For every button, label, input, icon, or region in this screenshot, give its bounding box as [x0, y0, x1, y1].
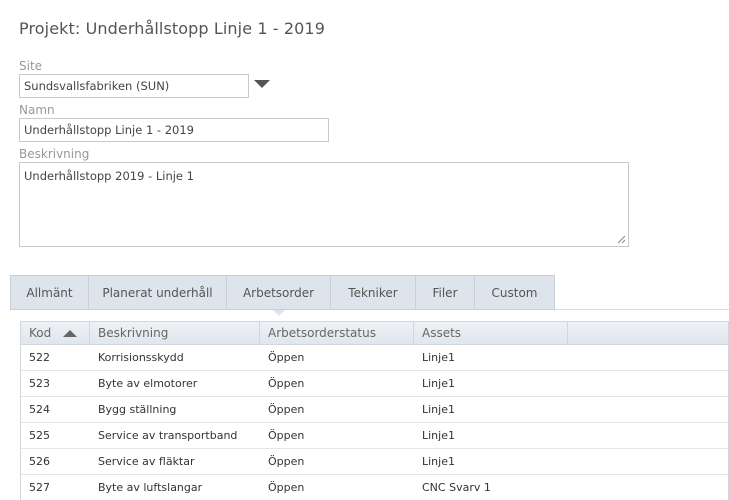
tabs-divider	[555, 309, 729, 310]
site-label: Site	[19, 59, 43, 73]
cell-beskrivning: Byte av elmotorer	[98, 377, 198, 390]
table-row[interactable]: 525 Service av transportband Öppen Linje…	[21, 423, 728, 449]
tab-planerat-underhall[interactable]: Planerat underhåll	[88, 275, 226, 310]
column-header-beskrivning[interactable]: Beskrivning	[90, 322, 260, 344]
column-header-empty	[568, 322, 728, 344]
cell-beskrivning: Byte av luftslangar	[98, 481, 203, 494]
description-label: Beskrivning	[19, 147, 90, 161]
table-row[interactable]: 524 Bygg ställning Öppen Linje1	[21, 397, 728, 423]
table-row[interactable]: 526 Service av fläktar Öppen Linje1	[21, 449, 728, 475]
resize-grip-icon[interactable]	[617, 235, 626, 244]
page-title: Projekt: Underhållstopp Linje 1 - 2019	[19, 19, 325, 38]
chevron-down-icon[interactable]	[254, 80, 270, 88]
cell-beskrivning: Bygg ställning	[98, 403, 177, 416]
cell-beskrivning: Service av transportband	[98, 429, 238, 442]
tab-tekniker[interactable]: Tekniker	[330, 275, 415, 310]
cell-kod: 527	[29, 481, 50, 494]
column-header-arbetsorderstatus[interactable]: Arbetsorderstatus	[260, 322, 414, 344]
table-row[interactable]: 522 Korrisionsskydd Öppen Linje1	[21, 345, 728, 371]
name-field[interactable]: Underhållstopp Linje 1 - 2019	[19, 118, 329, 142]
cell-assets: Linje1	[422, 429, 455, 442]
cell-kod: 523	[29, 377, 50, 390]
tab-custom[interactable]: Custom	[474, 275, 555, 310]
name-label: Namn	[19, 103, 55, 117]
work-order-table: Kod Beskrivning Arbetsorderstatus Assets…	[20, 321, 729, 500]
site-select[interactable]: Sundsvallsfabriken (SUN)	[19, 74, 249, 98]
cell-status: Öppen	[268, 403, 305, 416]
cell-assets: Linje1	[422, 403, 455, 416]
tab-filer[interactable]: Filer	[415, 275, 474, 310]
cell-kod: 524	[29, 403, 50, 416]
cell-assets: Linje1	[422, 455, 455, 468]
cell-assets: CNC Svarv 1	[422, 481, 491, 494]
tab-allmant[interactable]: Allmänt	[10, 275, 88, 310]
cell-status: Öppen	[268, 377, 305, 390]
description-field[interactable]: Underhållstopp 2019 - Linje 1	[19, 162, 629, 247]
cell-status: Öppen	[268, 481, 305, 494]
cell-beskrivning: Service av fläktar	[98, 455, 195, 468]
cell-beskrivning: Korrisionsskydd	[98, 351, 184, 364]
cell-kod: 525	[29, 429, 50, 442]
table-header: Kod Beskrivning Arbetsorderstatus Assets	[21, 322, 728, 345]
cell-assets: Linje1	[422, 351, 455, 364]
table-row[interactable]: 523 Byte av elmotorer Öppen Linje1	[21, 371, 728, 397]
cell-kod: 526	[29, 455, 50, 468]
column-header-assets[interactable]: Assets	[414, 322, 568, 344]
cell-status: Öppen	[268, 351, 305, 364]
tab-arbetsorder[interactable]: Arbetsorder	[226, 275, 330, 316]
table-row[interactable]: 527 Byte av luftslangar Öppen CNC Svarv …	[21, 475, 728, 500]
column-header-kod[interactable]: Kod	[21, 322, 90, 344]
cell-status: Öppen	[268, 429, 305, 442]
cell-assets: Linje1	[422, 377, 455, 390]
tab-bar: Allmänt Planerat underhåll Arbetsorder T…	[10, 275, 555, 316]
sort-ascending-icon	[63, 330, 77, 337]
cell-status: Öppen	[268, 455, 305, 468]
cell-kod: 522	[29, 351, 50, 364]
description-text: Underhållstopp 2019 - Linje 1	[24, 169, 194, 183]
